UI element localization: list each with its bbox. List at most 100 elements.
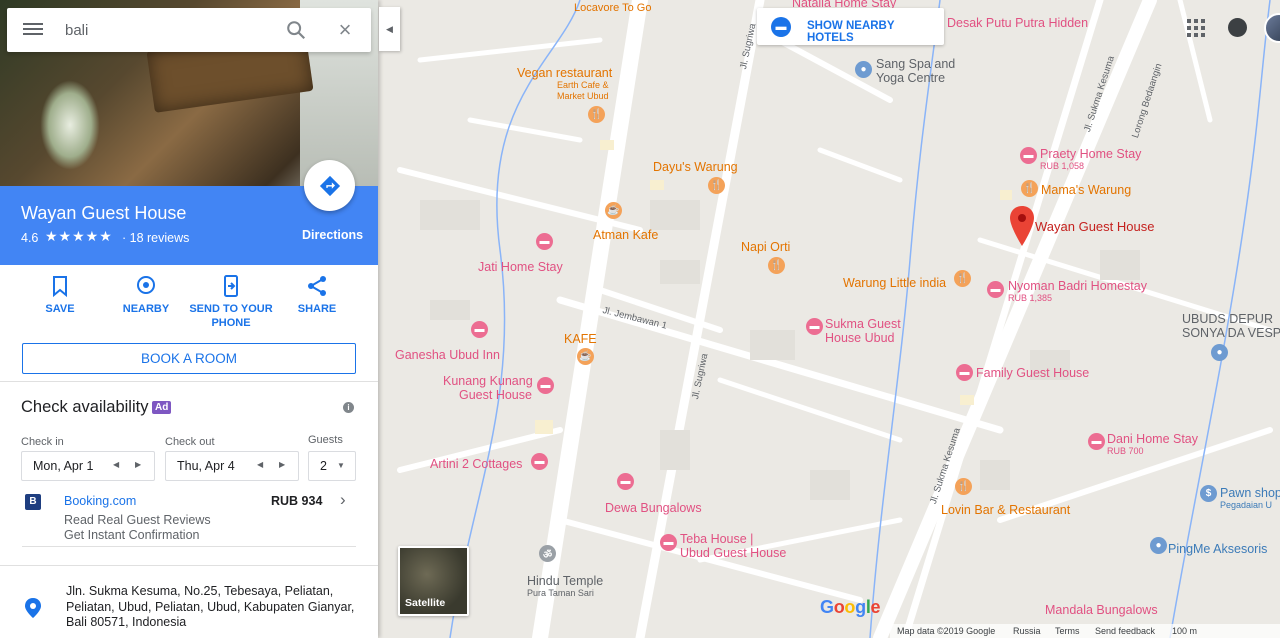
poi-atman[interactable]: Atman Kafe <box>593 228 658 242</box>
restaurant-pin-icon[interactable]: 🍴 <box>1021 180 1038 197</box>
search-icon[interactable] <box>285 19 307 41</box>
poi-sang-spa[interactable]: Sang Spa and Yoga Centre <box>876 57 955 85</box>
next-day-icon[interactable]: ▶ <box>279 460 285 469</box>
show-nearby-hotels-button[interactable]: ▬ SHOW NEARBY HOTELS <box>757 8 944 45</box>
poi-jati[interactable]: Jati Home Stay <box>478 260 563 274</box>
temple-pin-icon[interactable]: ॐ <box>539 545 556 562</box>
poi-praety[interactable]: Praety Home Stay RUB 1,058 <box>1040 147 1141 172</box>
hotel-pin-icon[interactable]: ▬ <box>537 377 554 394</box>
collapse-panel-button[interactable]: ◀ <box>379 7 400 51</box>
poi-dayus[interactable]: Dayu's Warung <box>653 160 738 174</box>
check-out-field[interactable]: Thu, Apr 4 ◀ ▶ <box>165 451 299 481</box>
close-icon[interactable]: × <box>335 19 355 41</box>
poi-kafe[interactable]: KAFE <box>564 332 597 346</box>
show-nearby-hotels-label: SHOW NEARBY HOTELS <box>807 20 895 44</box>
poi-vegan[interactable]: Vegan restaurant Earth Cafe & Market Ubu… <box>517 66 612 102</box>
poi-hindu[interactable]: Hindu Temple Pura Taman Sari <box>527 574 603 599</box>
poi-family[interactable]: Family Guest House <box>976 366 1089 380</box>
poi-kunang-line2: Guest House <box>459 388 532 402</box>
divider <box>22 546 356 547</box>
hotel-pin-icon[interactable]: ▬ <box>806 318 823 335</box>
satellite-toggle[interactable]: Satellite <box>398 546 469 616</box>
poi-praety-title: Praety Home Stay <box>1040 147 1142 161</box>
restaurant-pin-icon[interactable]: 🍴 <box>955 478 972 495</box>
poi-artini[interactable]: Artini 2 Cottages <box>430 457 522 471</box>
poi-sukma[interactable]: Sukma Guest House Ubud <box>825 317 901 345</box>
place-name: Wayan Guest House <box>21 203 187 223</box>
poi-napi[interactable]: Napi Orti <box>741 240 790 254</box>
poi-ubuds[interactable]: UBUDS DEPUR SONYA DA VESPA <box>1182 312 1280 340</box>
book-a-room-button[interactable]: BOOK A ROOM <box>22 343 356 374</box>
notifications-icon[interactable] <box>1228 18 1247 37</box>
poi-desak[interactable]: Desak Putu Putra Hidden <box>947 16 1088 30</box>
hotel-bed-icon: ▬ <box>771 17 791 37</box>
poi-teba[interactable]: Teba House | Ubud Guest House <box>680 532 786 560</box>
chevron-right-icon[interactable]: › <box>340 490 346 510</box>
directions-label[interactable]: Directions <box>302 228 363 242</box>
apps-grid-icon[interactable] <box>1187 19 1205 37</box>
cafe-pin-icon[interactable]: ☕ <box>605 202 622 219</box>
cafe-pin-icon[interactable]: ☕ <box>577 348 594 365</box>
poi-hindu-sub: Pura Taman Sari <box>527 588 594 598</box>
region-link[interactable]: Russia <box>1013 626 1041 636</box>
shop-pin-icon[interactable]: $ <box>1200 485 1217 502</box>
booking-provider-link[interactable]: Booking.com <box>64 494 136 508</box>
shop-pin-icon[interactable]: ● <box>1150 537 1167 554</box>
check-in-field[interactable]: Mon, Apr 1 ◀ ▶ <box>21 451 155 481</box>
booking-logo-icon: B <box>25 494 41 510</box>
hotel-pin-icon[interactable]: ▬ <box>660 534 677 551</box>
poi-lovin[interactable]: Lovin Bar & Restaurant <box>941 503 1070 517</box>
poi-nyoman[interactable]: Nyoman Badri Homestay RUB 1,385 <box>1008 279 1147 304</box>
scale-label[interactable]: 100 m <box>1172 626 1197 636</box>
hotel-pin-icon[interactable]: ▬ <box>471 321 488 338</box>
poi-mandala[interactable]: Mandala Bungalows <box>1045 603 1158 617</box>
poi-warung-india[interactable]: Warung Little india <box>843 276 946 290</box>
prev-day-icon[interactable]: ◀ <box>257 460 263 469</box>
poi-mamas[interactable]: Mama's Warung <box>1041 183 1131 197</box>
poi-locavore[interactable]: Locavore To Go <box>574 1 651 15</box>
menu-icon[interactable] <box>23 20 43 40</box>
place-pin-icon[interactable]: ● <box>1211 344 1228 361</box>
info-icon[interactable]: i <box>343 402 354 413</box>
hotel-pin-icon[interactable]: ▬ <box>956 364 973 381</box>
restaurant-pin-icon[interactable]: 🍴 <box>708 177 725 194</box>
poi-pawn[interactable]: Pawn shop Pegadaian U <box>1220 486 1280 511</box>
hotel-pin-icon[interactable]: ▬ <box>1088 433 1105 450</box>
hotel-pin-icon[interactable]: ▬ <box>1020 147 1037 164</box>
send-to-phone-label: SEND TO YOUR PHONE <box>189 303 273 329</box>
selected-place-marker-icon[interactable] <box>1010 206 1034 246</box>
poi-dani[interactable]: Dani Home Stay RUB 700 <box>1107 432 1198 457</box>
restaurant-pin-icon[interactable]: 🍴 <box>954 270 971 287</box>
booking-line-1: Read Real Guest Reviews <box>64 513 211 527</box>
place-address[interactable]: Jln. Sukma Kesuma, No.25, Tebesaya, Peli… <box>66 584 356 631</box>
search-input[interactable] <box>65 19 265 41</box>
map-data-text: Map data ©2019 Google <box>897 626 996 636</box>
hotel-pin-icon[interactable]: ▬ <box>617 473 634 490</box>
restaurant-pin-icon[interactable]: 🍴 <box>588 106 605 123</box>
hotel-pin-icon[interactable]: ▬ <box>531 453 548 470</box>
selected-marker-label[interactable]: Wayan Guest House <box>1035 220 1154 234</box>
nearby-button[interactable]: NEARBY <box>101 270 191 316</box>
save-button[interactable]: SAVE <box>15 270 105 316</box>
hotel-pin-icon[interactable]: ▬ <box>987 281 1004 298</box>
spa-pin-icon[interactable]: ● <box>855 61 872 78</box>
directions-button[interactable] <box>304 160 355 211</box>
guests-select[interactable]: 2 ▼ <box>308 451 356 481</box>
caret-left-icon: ◀ <box>386 24 393 34</box>
reviews-link[interactable]: · 18 reviews <box>122 231 189 245</box>
poi-kunang[interactable]: Kunang Kunang Guest House <box>443 374 533 402</box>
poi-ganesha[interactable]: Ganesha Ubud Inn <box>395 348 500 362</box>
send-to-phone-button[interactable]: SEND TO YOUR PHONE <box>186 270 276 330</box>
restaurant-pin-icon[interactable]: 🍴 <box>768 257 785 274</box>
prev-day-icon[interactable]: ◀ <box>113 460 119 469</box>
poi-ubuds-line2: SONYA DA VESPA <box>1182 326 1280 340</box>
hotel-pin-icon[interactable]: ▬ <box>536 233 553 250</box>
terms-link[interactable]: Terms <box>1055 626 1080 636</box>
next-day-icon[interactable]: ▶ <box>135 460 141 469</box>
poi-dewa[interactable]: Dewa Bungalows <box>605 501 702 515</box>
send-feedback-link[interactable]: Send feedback <box>1095 626 1155 636</box>
share-button[interactable]: SHARE <box>272 270 362 316</box>
poi-pingme[interactable]: PingMe Aksesoris <box>1168 542 1267 556</box>
divider <box>0 565 378 566</box>
booking-price[interactable]: RUB 934 <box>271 494 322 508</box>
